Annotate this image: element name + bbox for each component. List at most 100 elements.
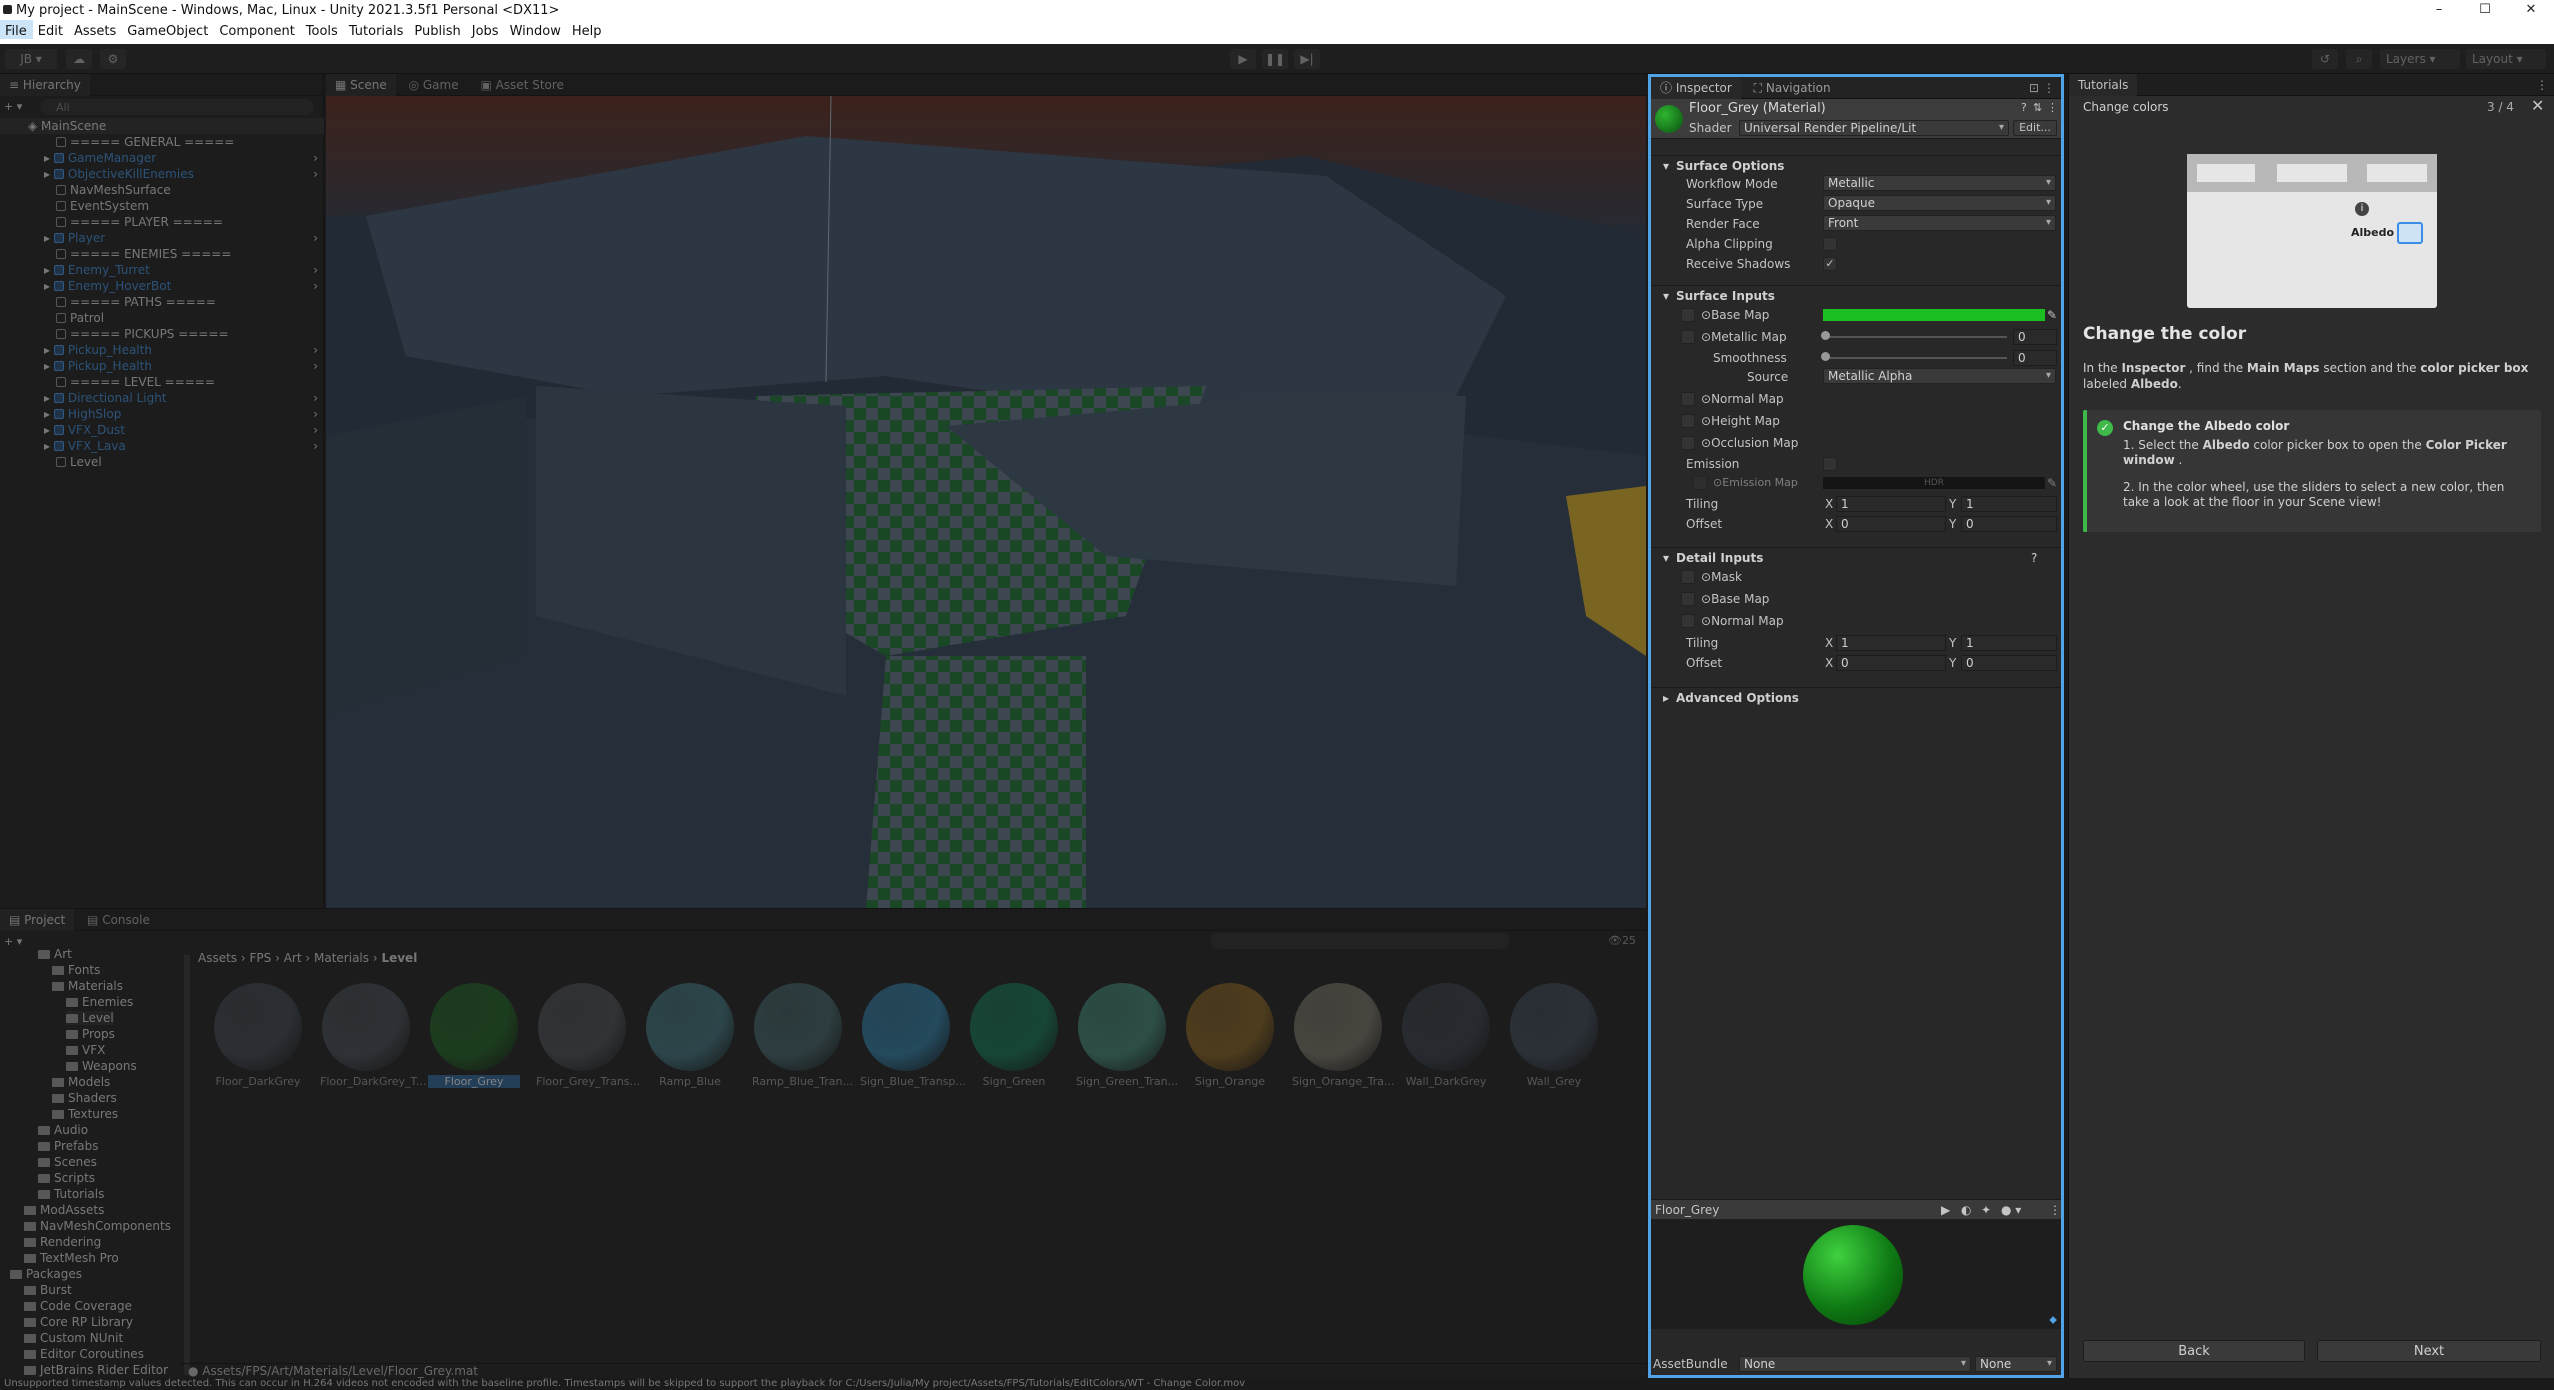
eyedropper-icon[interactable]: ✎ [2047,306,2057,324]
expand-arrow-icon[interactable]: ▸ [44,407,54,421]
project-folder[interactable]: Props [66,1027,115,1041]
tab-inspector[interactable]: ⓘ Inspector [1651,77,1741,99]
scene-root[interactable]: ◈ MainScene [0,118,324,134]
menu-gameobject[interactable]: GameObject [122,20,214,39]
hierarchy-item[interactable]: ===== PATHS ===== [0,294,324,310]
services-icon[interactable]: ⚙ [100,49,126,69]
expand-arrow-icon[interactable]: ▸ [44,231,54,245]
breadcrumb-item[interactable]: Level [381,951,417,965]
expand-arrow-icon[interactable]: ▸ [44,151,54,165]
open-prefab-icon[interactable]: › [313,342,318,358]
project-folder[interactable]: Core RP Library [24,1315,133,1329]
next-button[interactable]: Next [2317,1340,2541,1362]
metallic-slider[interactable] [1825,336,2007,338]
project-folder[interactable]: Custom NUnit [24,1331,123,1345]
open-prefab-icon[interactable]: › [313,390,318,406]
maximize-button[interactable]: ☐ [2462,0,2508,20]
project-folder[interactable]: NavMeshComponents [24,1219,171,1233]
menu-tools[interactable]: Tools [301,20,344,39]
tab-asset-store[interactable]: ▣ Asset Store [471,74,573,96]
project-folder[interactable]: Scripts [38,1171,95,1185]
emission-eyedropper-icon[interactable]: ✎ [2047,474,2057,492]
layers-dropdown[interactable]: Layers ▾ [2380,49,2460,69]
shader-edit-button[interactable]: Edit... [2013,120,2057,136]
tab-hierarchy[interactable]: ≡ Hierarchy [0,74,90,96]
preset-icon[interactable]: ⇅ [2033,101,2042,114]
detail-offset-x-field[interactable]: 0 [1836,655,1946,671]
hierarchy-item[interactable]: ▸ VFX_Dust › [0,422,324,438]
open-prefab-icon[interactable]: › [313,262,318,278]
project-folder[interactable]: Shaders [52,1091,117,1105]
scene-viewport[interactable] [326,96,1646,908]
pause-button[interactable]: ❚❚ [1262,49,1288,69]
shader-dropdown[interactable]: Universal Render Pipeline/Lit [1739,120,2009,136]
material-asset[interactable]: Sign_Blue_Transp... [860,983,966,1088]
hierarchy-item[interactable]: ▸ Pickup_Health › [0,342,324,358]
hierarchy-item[interactable]: ▸ VFX_Lava › [0,438,324,454]
surface-options-header[interactable]: ▾ Surface Options [1651,155,2061,175]
project-folder[interactable]: Code Coverage [24,1299,132,1313]
material-asset[interactable]: Sign_Orange [1184,983,1276,1088]
material-asset[interactable]: Floor_Grey [428,983,520,1088]
detail-inputs-header[interactable]: ▾ Detail Inputs? [1651,547,2061,567]
material-asset[interactable]: Ramp_Blue [644,983,736,1088]
material-asset[interactable]: Floor_Grey_Trans... [536,983,640,1088]
project-folder[interactable]: TextMesh Pro [24,1251,119,1265]
expand-arrow-icon[interactable]: ▸ [44,343,54,357]
preview-effects-icon[interactable]: ✦ [1981,1200,1991,1220]
menu-edit[interactable]: Edit [33,20,69,39]
open-prefab-icon[interactable]: › [313,230,318,246]
material-asset[interactable]: Wall_DarkGrey [1400,983,1492,1088]
project-folder[interactable]: Burst [24,1283,72,1297]
advanced-options-header[interactable]: ▸ Advanced Options [1651,687,2061,707]
project-folder[interactable]: Enemies [66,995,133,1009]
project-folder[interactable]: Tutorials [38,1187,104,1201]
emission-checkbox[interactable] [1823,457,1837,471]
tab-console[interactable]: ▤ Console [78,909,159,931]
detail-tiling-y-field[interactable]: 1 [1961,635,2057,651]
smoothness-slider[interactable] [1825,357,2007,359]
menu-window[interactable]: Window [505,20,567,39]
hierarchy-item[interactable]: ▸ Enemy_Turret › [0,262,324,278]
preview-menu-icon[interactable]: ⋮ [2049,1200,2061,1220]
emission-color-swatch[interactable]: HDR [1823,477,2045,489]
tab-navigation[interactable]: ⛶ Navigation [1745,77,1840,99]
smoothness-value-field[interactable]: 0 [2013,350,2057,366]
metallic-slider-thumb[interactable] [1821,331,1830,340]
preview-shape-icon[interactable]: ● ▾ [2001,1200,2021,1220]
base-map-slot[interactable] [1681,308,1695,322]
tiling-y-field[interactable]: 1 [1961,496,2057,512]
hierarchy-item[interactable]: ===== GENERAL ===== [0,134,324,150]
hierarchy-item[interactable]: EventSystem [0,198,324,214]
menu-component[interactable]: Component [214,20,300,39]
account-dropdown[interactable]: JB ▾ [5,49,57,69]
metallic-map-slot[interactable] [1681,330,1695,344]
project-folder[interactable]: Audio [38,1123,88,1137]
preview-light-icon[interactable]: ◐ [1961,1200,1971,1220]
project-scrollbar[interactable] [184,955,190,1375]
workflow-mode-dropdown[interactable]: Metallic [1823,175,2056,191]
project-folder[interactable]: JetBrains Rider Editor [24,1363,168,1377]
open-prefab-icon[interactable]: › [313,358,318,374]
assetbundle-variant-dropdown[interactable]: None [1975,1356,2057,1372]
close-tutorial-icon[interactable]: ✕ [2531,96,2544,115]
surface-inputs-header[interactable]: ▾ Surface Inputs [1651,285,2061,305]
detail-offset-y-field[interactable]: 0 [1961,655,2057,671]
receive-shadows-checkbox[interactable]: ✓ [1823,257,1837,271]
open-prefab-icon[interactable]: › [313,278,318,294]
material-asset[interactable]: Sign_Green [968,983,1060,1088]
menu-file[interactable]: File [0,20,33,39]
surface-type-dropdown[interactable]: Opaque [1823,195,2056,211]
project-folder[interactable]: Models [52,1075,110,1089]
offset-x-field[interactable]: 0 [1836,516,1946,532]
menu-publish[interactable]: Publish [409,20,466,39]
expand-arrow-icon[interactable]: ▸ [44,391,54,405]
menu-jobs[interactable]: Jobs [467,20,505,39]
hierarchy-item[interactable]: ===== PICKUPS ===== [0,326,324,342]
project-folder[interactable]: Art [38,947,72,961]
project-search-input[interactable] [1210,933,1510,949]
normal-map-slot[interactable] [1681,392,1695,406]
open-prefab-icon[interactable]: › [313,438,318,454]
play-button[interactable]: ▶ [1230,49,1256,69]
hierarchy-item[interactable]: ===== PLAYER ===== [0,214,324,230]
